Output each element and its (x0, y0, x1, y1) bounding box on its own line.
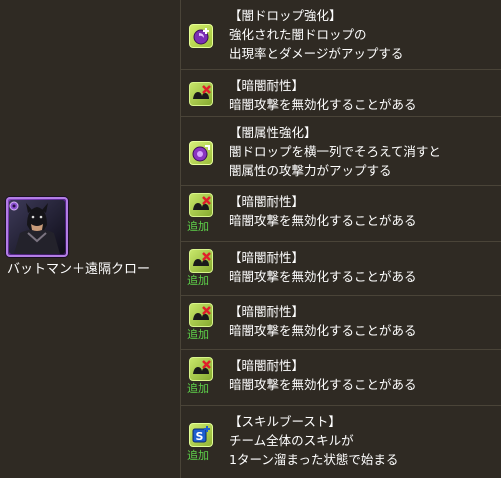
monster-cell: バットマン＋遠隔クロー (0, 0, 181, 478)
awakening-title: 【暗闇耐性】 (229, 194, 305, 209)
awakening-title: 【暗闇耐性】 (229, 304, 305, 319)
awakening-row: 追加 【暗闇耐性】 暗闇攻撃を無効化することがある (181, 296, 501, 350)
awakening-desc-line: 暗闇攻撃を無効化することがある (229, 323, 417, 338)
awakening-desc-line: 強化された闇ドロップの (229, 27, 367, 42)
awakening-text: 【闇ドロップ強化】 強化された闇ドロップの 出現率とダメージがアップする (229, 6, 497, 63)
awakening-text: 【闇属性強化】 闇ドロップを横一列でそろえて消すと 闇属性の攻撃力がアップする (229, 123, 497, 180)
awakening-text: 【暗闇耐性】 暗闇攻撃を無効化することがある (229, 76, 497, 114)
awakening-icon-cell: 追加 (181, 186, 221, 241)
awakening-icon-cell (181, 0, 221, 69)
monster-name: バットマン＋遠隔クロー (7, 262, 151, 277)
awakening-title: 【暗闇耐性】 (229, 358, 305, 373)
awakening-text: 【暗闇耐性】 暗闇攻撃を無効化することがある (229, 192, 497, 230)
awakening-desc-line: チーム全体のスキルが (229, 433, 354, 448)
awakening-desc-line: 暗闇攻撃を無効化することがある (229, 269, 417, 284)
awakening-row: 【闇属性強化】 闇ドロップを横一列でそろえて消すと 闇属性の攻撃力がアップする (181, 117, 501, 186)
dark-resist-icon[interactable] (189, 357, 213, 381)
awakening-row: 追加 【暗闇耐性】 暗闇攻撃を無効化することがある (181, 186, 501, 242)
added-tag: 追加 (187, 274, 209, 287)
awakening-icon-cell: 追加 (181, 296, 221, 349)
dark-resist-icon[interactable] (189, 303, 213, 327)
added-tag: 追加 (187, 220, 209, 233)
awakening-icon-cell (181, 117, 221, 185)
awakening-desc-line: 闇属性の攻撃力がアップする (229, 163, 392, 178)
added-tag: 追加 (187, 382, 209, 395)
awakening-desc-line: 暗闇攻撃を無効化することがある (229, 213, 417, 228)
awakening-title: 【闇ドロップ強化】 (229, 8, 342, 23)
added-tag: 追加 (187, 449, 209, 462)
awakening-desc-line: 闇ドロップを横一列でそろえて消すと (229, 144, 441, 159)
awakening-desc-line: 1ターン溜まった状態で始まる (229, 452, 399, 467)
monster-portrait[interactable] (6, 197, 68, 257)
awakening-row: 追加 【暗闇耐性】 暗闇攻撃を無効化することがある (181, 350, 501, 406)
dark-drop-enhance-icon[interactable] (189, 24, 213, 48)
batman-portrait-icon (9, 200, 65, 254)
awakening-desc-line: 暗闇攻撃を無効化することがある (229, 377, 417, 392)
awakening-icon-cell (181, 70, 221, 116)
awakening-text: 【暗闇耐性】 暗闇攻撃を無効化することがある (229, 248, 497, 286)
dark-attribute-enhance-icon[interactable] (189, 141, 213, 165)
awakening-desc-line: 暗闇攻撃を無効化することがある (229, 97, 417, 112)
awakening-icon-cell: 追加 (181, 242, 221, 295)
skill-boost-icon[interactable]: S (189, 423, 213, 447)
dark-resist-icon[interactable] (189, 249, 213, 273)
awakening-title: 【スキルブースト】 (229, 414, 341, 429)
awakening-icon-cell: S 追加 (181, 406, 221, 478)
svg-text:S: S (196, 430, 204, 443)
awakening-icon-cell: 追加 (181, 350, 221, 405)
added-tag: 追加 (187, 328, 209, 341)
awakening-title: 【暗闇耐性】 (229, 78, 305, 93)
awakening-row: 【暗闇耐性】 暗闇攻撃を無効化することがある (181, 70, 501, 117)
awakening-title: 【闇属性強化】 (229, 125, 317, 140)
awakening-text: 【スキルブースト】 チーム全体のスキルが 1ターン溜まった状態で始まる (229, 412, 497, 469)
awakening-row: 【闇ドロップ強化】 強化された闇ドロップの 出現率とダメージがアップする (181, 0, 501, 70)
awakening-table: バットマン＋遠隔クロー 【闇ドロップ強化】 強化された闇ドロップの 出現率とダメ… (0, 0, 501, 478)
awakening-title: 【暗闇耐性】 (229, 250, 305, 265)
dark-resist-icon[interactable] (189, 82, 213, 106)
awakening-row: S 追加 【スキルブースト】 チーム全体のスキルが 1ターン溜まった状態で始まる (181, 406, 501, 478)
awakening-text: 【暗闇耐性】 暗闇攻撃を無効化することがある (229, 302, 497, 340)
awakening-text: 【暗闇耐性】 暗闇攻撃を無効化することがある (229, 356, 497, 394)
awakening-row: 追加 【暗闇耐性】 暗闇攻撃を無効化することがある (181, 242, 501, 296)
awakening-desc-line: 出現率とダメージがアップする (229, 46, 404, 61)
dark-resist-icon[interactable] (189, 193, 213, 217)
